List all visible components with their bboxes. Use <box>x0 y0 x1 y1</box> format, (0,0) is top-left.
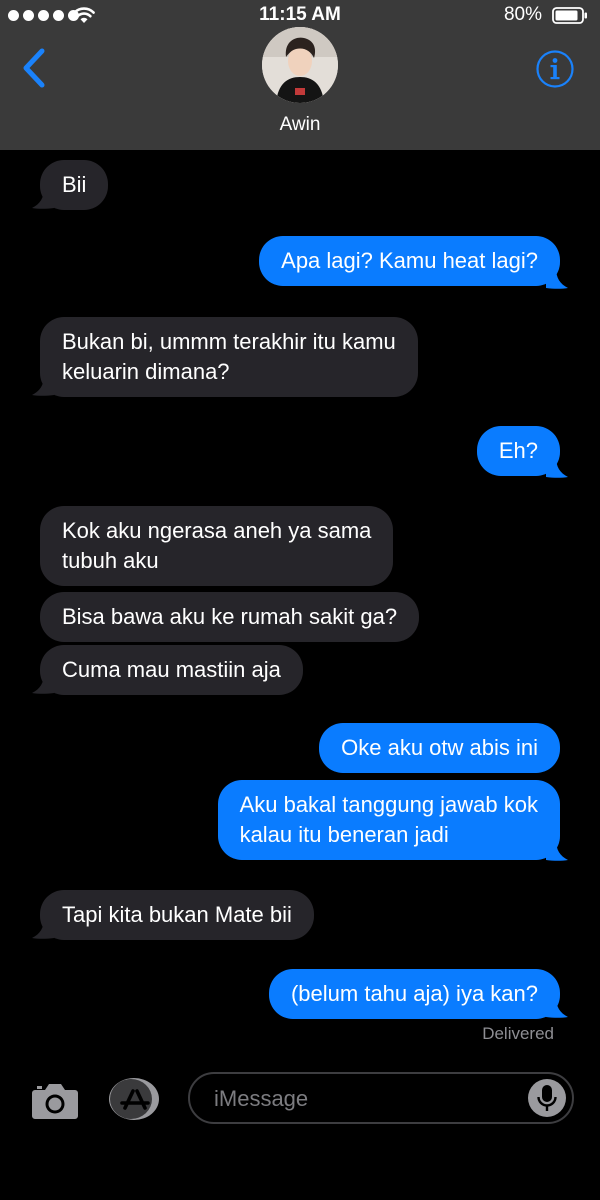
message-text: Bisa bawa aku ke rumah sakit ga? <box>62 604 398 629</box>
bubble-tail <box>546 840 568 861</box>
info-icon <box>536 50 574 88</box>
status-bar: 11:15 AM 80% <box>0 0 600 30</box>
message-text: Bii <box>62 172 87 197</box>
message-text: Eh? <box>498 438 538 463</box>
camera-button[interactable] <box>31 1080 79 1120</box>
message-text: Apa lagi? Kamu heat lagi? <box>281 248 538 273</box>
incoming-message[interactable]: Bisa bawa aku ke rumah sakit ga? <box>40 592 420 642</box>
message-text: Tapi kita bukan Mate bii <box>62 902 292 927</box>
avatar-photo <box>262 27 338 103</box>
chevron-left-icon <box>23 48 45 88</box>
message-text: Oke aku otw abis ini <box>341 735 538 760</box>
message-thread: Bii Apa lagi? Kamu heat lagi? Bukan bi, … <box>0 150 600 1050</box>
back-button[interactable] <box>18 46 54 90</box>
bubble-tail <box>32 673 54 694</box>
incoming-message[interactable]: Bukan bi, ummm terakhir itu kamu keluari… <box>40 317 418 397</box>
incoming-message[interactable]: Kok aku ngerasa aneh ya sama tubuh aku <box>40 506 394 586</box>
message-text-line: Aku bakal tanggung jawab kok <box>239 792 538 817</box>
delivery-status: Delivered <box>482 1024 554 1043</box>
message-text-line: kalau itu beneran jadi <box>239 822 449 847</box>
info-button[interactable] <box>535 49 575 89</box>
outgoing-message[interactable]: Aku bakal tanggung jawab kok kalau itu b… <box>217 780 560 860</box>
outgoing-message[interactable]: (belum tahu aja) iya kan? <box>268 969 560 1019</box>
message-text-line: Bukan bi, ummm terakhir itu kamu <box>62 329 396 354</box>
message-text-line: tubuh aku <box>62 548 159 573</box>
incoming-message[interactable]: Cuma mau mastiin aja <box>40 645 303 695</box>
app-store-icon <box>109 1078 159 1120</box>
imessage-input-field[interactable] <box>188 1072 574 1124</box>
bubble-tail <box>32 918 54 939</box>
outgoing-message[interactable]: Oke aku otw abis ini <box>319 723 560 773</box>
messages-screen: 11:15 AM 80% Awin Bii Apa lagi? Kamu hea… <box>0 0 600 1200</box>
microphone-icon <box>537 1085 557 1111</box>
bubble-tail <box>546 457 568 478</box>
app-store-button[interactable] <box>108 1077 160 1121</box>
contact-name[interactable]: Awin <box>0 114 600 136</box>
battery-percentage: 80% <box>503 4 542 25</box>
bubble-tail <box>546 268 568 289</box>
message-text-line: keluarin dimana? <box>62 359 230 384</box>
outgoing-message[interactable]: Apa lagi? Kamu heat lagi? <box>259 236 560 286</box>
camera-icon <box>32 1084 78 1119</box>
message-text: Cuma mau mastiin aja <box>62 657 281 682</box>
conversation-header: 11:15 AM 80% Awin <box>0 0 600 150</box>
microphone-button[interactable] <box>528 1079 566 1117</box>
message-input[interactable] <box>212 1074 516 1124</box>
message-composer <box>0 1050 600 1200</box>
bubble-tail <box>32 188 54 209</box>
contact-avatar[interactable] <box>262 27 338 103</box>
incoming-message[interactable]: Tapi kita bukan Mate bii <box>40 890 314 940</box>
battery-icon <box>552 7 587 24</box>
message-text-line: Kok aku ngerasa aneh ya sama <box>62 518 372 543</box>
bubble-tail <box>546 997 568 1018</box>
message-text: (belum tahu aja) iya kan? <box>290 981 538 1006</box>
bubble-tail <box>32 375 54 396</box>
